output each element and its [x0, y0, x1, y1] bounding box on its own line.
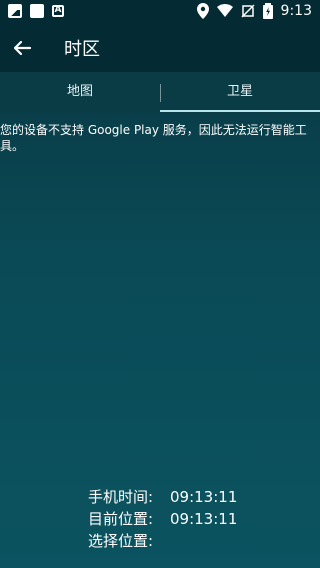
phone-time-value: 09:13:11	[170, 488, 238, 506]
selected-location-label: 选择位置:	[88, 532, 154, 550]
page-title: 时区	[64, 39, 100, 60]
no-sim-icon	[241, 4, 255, 18]
screen: A 9:13 时区 地图 卫星 您的设备不支持 Google Play 服务，因…	[0, 0, 320, 568]
current-location-label: 目前位置:	[88, 510, 154, 528]
wifi-icon	[216, 4, 233, 18]
time-info: 手机时间: 09:13:11 目前位置: 09:13:11 选择位置:	[88, 486, 237, 552]
back-button[interactable]	[10, 35, 36, 61]
current-location-row: 目前位置: 09:13:11	[88, 508, 237, 530]
google-play-warning: 您的设备不支持 Google Play 服务，因此无法运行智能工具。	[0, 123, 307, 153]
tab-satellite[interactable]: 卫星	[160, 72, 320, 112]
status-right-icons: 9:13	[196, 3, 312, 19]
blank-square-icon	[30, 4, 44, 18]
tab-selected-indicator	[160, 110, 320, 112]
phone-time-row: 手机时间: 09:13:11	[88, 486, 237, 508]
current-location-value: 09:13:11	[170, 510, 238, 528]
selected-location-row: 选择位置:	[88, 530, 237, 552]
app-bar: 时区	[0, 24, 320, 72]
tab-bar: 地图 卫星	[0, 72, 320, 112]
battery-charging-icon	[262, 3, 273, 19]
phone-time-label: 手机时间:	[88, 488, 154, 506]
location-icon	[196, 3, 209, 19]
status-left-icons: A	[8, 4, 64, 18]
status-bar: A 9:13	[0, 0, 320, 24]
arrow-left-icon	[10, 40, 36, 65]
a-icon: A	[52, 5, 64, 17]
tab-map[interactable]: 地图	[0, 72, 160, 112]
status-time: 9:13	[280, 3, 312, 19]
image-icon	[8, 4, 22, 18]
